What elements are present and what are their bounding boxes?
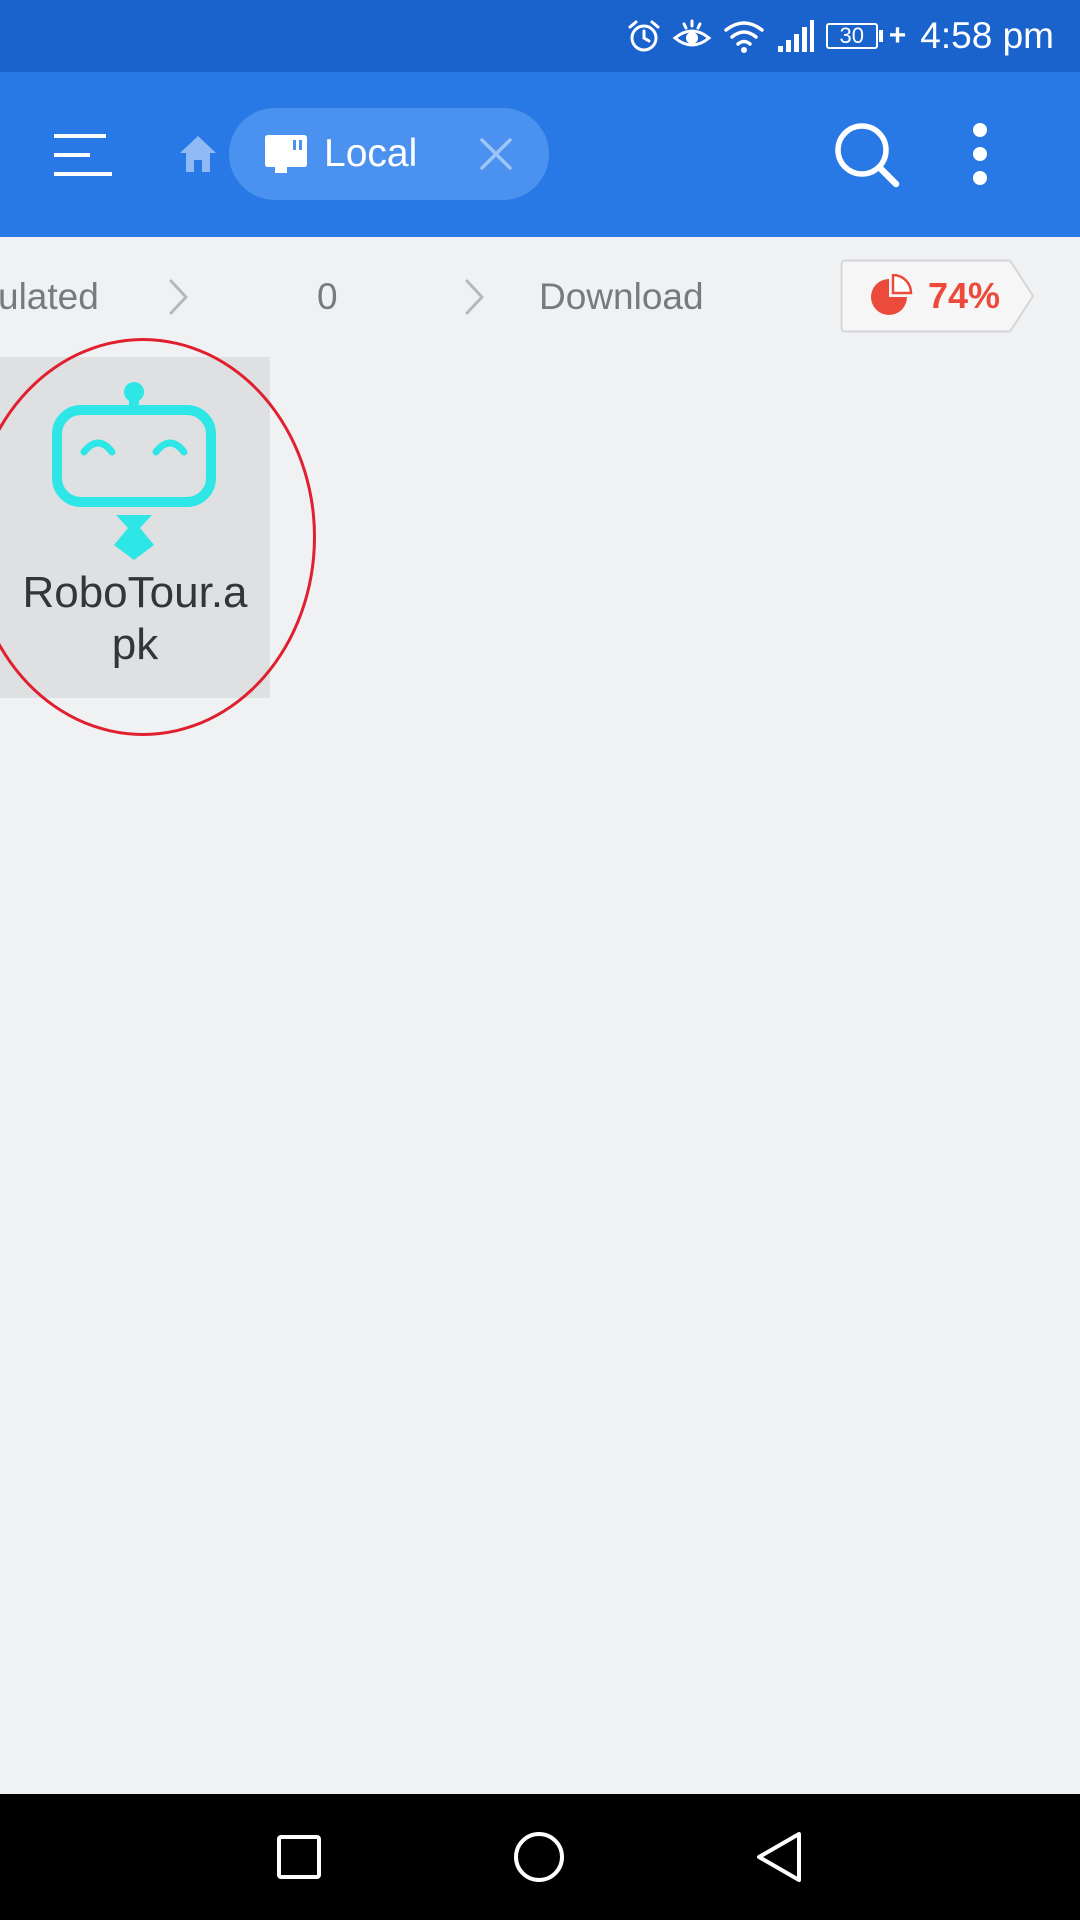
- tab-local[interactable]: Local: [229, 108, 549, 200]
- screen: 30 + 4:58 pm Local ulated 0 Download 74%…: [0, 0, 1080, 1920]
- breadcrumb-item-download[interactable]: Download: [539, 237, 704, 357]
- breadcrumb: ulated 0 Download 74%: [0, 237, 1080, 357]
- search-icon[interactable]: [832, 120, 902, 190]
- chevron-right-icon: [169, 279, 188, 315]
- status-bar: 30 + 4:58 pm: [0, 0, 1080, 72]
- file-name: RoboTour.apk: [22, 568, 248, 669]
- home-circle-icon[interactable]: [506, 1824, 572, 1890]
- battery-icon: 30 +: [825, 19, 907, 52]
- charging-icon: +: [888, 19, 907, 52]
- status-time: 4:58 pm: [920, 15, 1054, 56]
- status-icons: 30 + 4:58 pm: [626, 0, 1054, 72]
- signal-icon: [777, 20, 814, 52]
- navigation-bar: [0, 1794, 1080, 1920]
- file-item[interactable]: RoboTour.apk: [0, 357, 270, 698]
- storage-pie-icon: [871, 274, 913, 315]
- eye-comfort-icon: [672, 19, 712, 47]
- breadcrumb-item-0[interactable]: 0: [317, 237, 338, 357]
- robot-app-icon: [52, 382, 216, 560]
- breadcrumb-item-emulated[interactable]: ulated: [0, 237, 99, 357]
- close-icon[interactable]: [476, 134, 516, 174]
- toolbar: Local: [0, 72, 1080, 237]
- sd-card-icon: [265, 135, 307, 173]
- storage-percent: 74%: [928, 275, 1001, 316]
- home-icon[interactable]: [176, 132, 220, 176]
- chevron-right-icon: [465, 279, 484, 315]
- battery-tip: [878, 30, 883, 42]
- back-icon[interactable]: [746, 1824, 812, 1890]
- tab-label: Local: [324, 132, 418, 175]
- battery-level: 30: [825, 23, 878, 49]
- more-vertical-icon[interactable]: [960, 120, 1000, 190]
- alarm-icon: [628, 20, 660, 52]
- hamburger-menu-icon[interactable]: [50, 128, 116, 182]
- storage-usage-badge[interactable]: 74%: [840, 259, 1036, 333]
- wifi-icon: [724, 21, 764, 53]
- recents-icon[interactable]: [266, 1824, 332, 1890]
